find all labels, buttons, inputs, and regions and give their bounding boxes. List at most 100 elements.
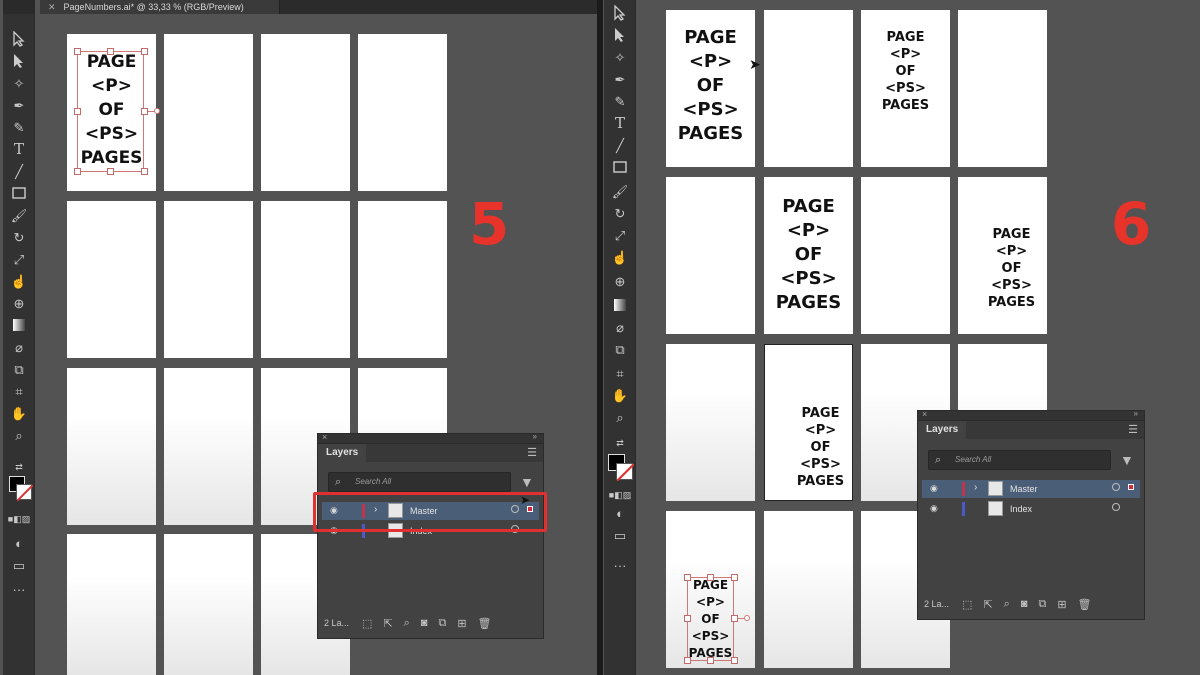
export-icon[interactable]: ⇱	[383, 617, 392, 630]
artboard[interactable]	[164, 34, 253, 191]
pen-icon[interactable]: ✒	[610, 70, 630, 88]
artboard[interactable]	[67, 368, 156, 525]
panel-menu-icon[interactable]: ☰	[1128, 423, 1138, 436]
export-icon[interactable]: ⇱	[983, 598, 992, 611]
panel-title-bar[interactable]: ×»	[318, 432, 543, 444]
selection-handle[interactable]	[141, 48, 148, 55]
curvature-icon[interactable]: ✎	[610, 92, 630, 110]
stroke-swatch[interactable]	[16, 484, 34, 502]
rotate-icon[interactable]: ↻	[610, 204, 630, 222]
selection-handle[interactable]	[107, 48, 114, 55]
selection-handle[interactable]	[684, 657, 691, 664]
zoom-icon[interactable]: ⌕	[610, 408, 630, 426]
target-icon[interactable]	[1112, 503, 1120, 511]
curvature-icon[interactable]: ✎	[9, 118, 29, 136]
artboard-icon[interactable]: ⌗	[610, 364, 630, 382]
paintbrush-icon[interactable]: 🖌	[9, 206, 29, 224]
new-layer-icon[interactable]: ⊞	[1057, 598, 1066, 611]
swap-colors-icon[interactable]: ⇄	[610, 434, 630, 452]
search-field[interactable]: ⌕ Search All	[328, 472, 511, 492]
artboard[interactable]: PAGE <P> OF <PS> PAGES	[861, 10, 950, 167]
artboard[interactable]	[164, 534, 253, 675]
shape-builder-icon[interactable]: ⊕	[610, 272, 630, 290]
collect-export-icon[interactable]: ⬚	[962, 598, 972, 611]
selection-bounding-box[interactable]	[687, 577, 734, 661]
close-icon[interactable]: ×	[322, 432, 327, 442]
swap-colors-icon[interactable]: ⇄	[9, 458, 29, 476]
rectangle-icon[interactable]	[9, 184, 29, 202]
eyedropper-icon[interactable]: ⌀	[9, 338, 29, 356]
panel-menu-icon[interactable]: ☰	[527, 446, 537, 459]
layer-row-index[interactable]: ◉ Index	[922, 500, 1140, 518]
artboard[interactable]	[164, 201, 253, 358]
gradient-icon[interactable]	[9, 316, 29, 334]
type-icon[interactable]: T	[9, 140, 29, 158]
artboard[interactable]: PAGE <P> OF <PS> PAGES	[958, 177, 1047, 334]
artboard[interactable]	[261, 201, 350, 358]
selection-handle[interactable]	[731, 574, 738, 581]
artboard[interactable]	[67, 201, 156, 358]
layer-name[interactable]: Index	[1010, 504, 1032, 514]
locate-object-icon[interactable]: ⌕	[404, 617, 410, 630]
trash-icon[interactable]: 🗑	[478, 617, 492, 630]
close-icon[interactable]: ×	[922, 409, 927, 419]
puppet-warp-icon[interactable]: ☝	[9, 272, 29, 290]
rotate-icon[interactable]: ↻	[9, 228, 29, 246]
filter-icon[interactable]: ▼	[520, 474, 534, 490]
panel-title-bar[interactable]: ×»	[918, 409, 1144, 421]
line-icon[interactable]: ╱	[9, 162, 29, 180]
selection-icon[interactable]	[9, 30, 29, 48]
puppet-warp-icon[interactable]: ☝	[610, 248, 630, 266]
artboard[interactable]	[358, 201, 447, 358]
selection-handle[interactable]	[707, 657, 714, 664]
line-icon[interactable]: ╱	[610, 136, 630, 154]
selection-handle[interactable]	[684, 574, 691, 581]
collapse-icon[interactable]: »	[1134, 409, 1138, 418]
draw-mode-icon[interactable]: ◐	[9, 534, 29, 552]
gradient-icon[interactable]	[610, 296, 630, 314]
selection-handle[interactable]	[731, 657, 738, 664]
new-sublayer-icon[interactable]: ⧉	[438, 617, 446, 630]
selection-handle[interactable]	[141, 168, 148, 175]
artboard[interactable]: PAGE <P> OF <PS> PAGES	[666, 10, 755, 167]
clipping-mask-icon[interactable]: ◙	[1021, 598, 1028, 611]
eye-icon[interactable]: ◉	[930, 483, 938, 494]
artboard[interactable]: PAGE <P> OF <PS> PAGES	[764, 177, 853, 334]
selection-handle[interactable]	[141, 108, 148, 115]
collect-export-icon[interactable]: ⬚	[362, 617, 372, 630]
text-port-icon[interactable]	[744, 615, 750, 621]
artboard[interactable]	[764, 511, 853, 668]
eye-icon[interactable]: ◉	[930, 503, 938, 514]
locate-object-icon[interactable]: ⌕	[1004, 598, 1010, 611]
artboard[interactable]	[666, 344, 755, 501]
artboard[interactable]	[358, 34, 447, 191]
selection-handle[interactable]	[107, 168, 114, 175]
target-icon[interactable]	[1112, 483, 1120, 491]
selection-handle[interactable]	[707, 574, 714, 581]
filter-icon[interactable]: ▼	[1120, 452, 1134, 468]
selection-bounding-box[interactable]	[77, 51, 144, 172]
color-mode-icon[interactable]: ■◧▨	[609, 486, 631, 504]
layers-tab[interactable]: Layers	[318, 444, 367, 462]
layer-name[interactable]: Master	[1010, 484, 1038, 494]
selection-handle[interactable]	[74, 48, 81, 55]
selection-handle[interactable]	[74, 108, 81, 115]
rectangle-icon[interactable]	[610, 158, 630, 176]
selection-icon[interactable]	[610, 4, 630, 22]
artboard[interactable]	[958, 10, 1047, 167]
artboard[interactable]	[67, 534, 156, 675]
more-tools-icon[interactable]: ···	[610, 556, 630, 574]
scale-icon[interactable]: ⤢	[9, 250, 29, 268]
hand-icon[interactable]: ✋	[9, 404, 29, 422]
magic-wand-icon[interactable]: ✧	[9, 74, 29, 92]
search-field[interactable]: ⌕ Search All	[928, 450, 1111, 470]
selection-indicator[interactable]	[1128, 484, 1134, 490]
close-icon[interactable]: ✕	[48, 2, 56, 12]
layer-row-master[interactable]: ◉ › Master	[922, 480, 1140, 498]
trash-icon[interactable]: 🗑	[1078, 598, 1092, 611]
magic-wand-icon[interactable]: ✧	[610, 48, 630, 66]
document-tab[interactable]: ✕ PageNumbers.ai* @ 33,33 % (RGB/Preview)	[40, 0, 280, 14]
screen-mode-icon[interactable]: ▭	[9, 556, 29, 574]
text-port-icon[interactable]	[154, 108, 160, 114]
blend-icon[interactable]: ⧉	[9, 360, 29, 378]
